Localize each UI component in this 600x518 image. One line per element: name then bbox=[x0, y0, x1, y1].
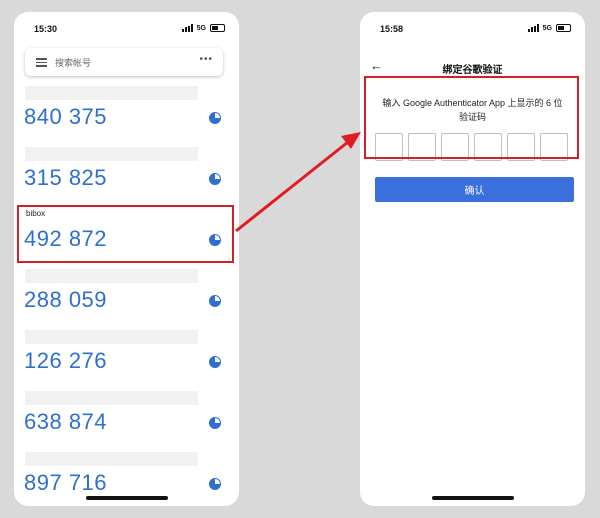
annotation-arrow bbox=[235, 132, 361, 233]
arrow-shaft bbox=[235, 140, 349, 233]
